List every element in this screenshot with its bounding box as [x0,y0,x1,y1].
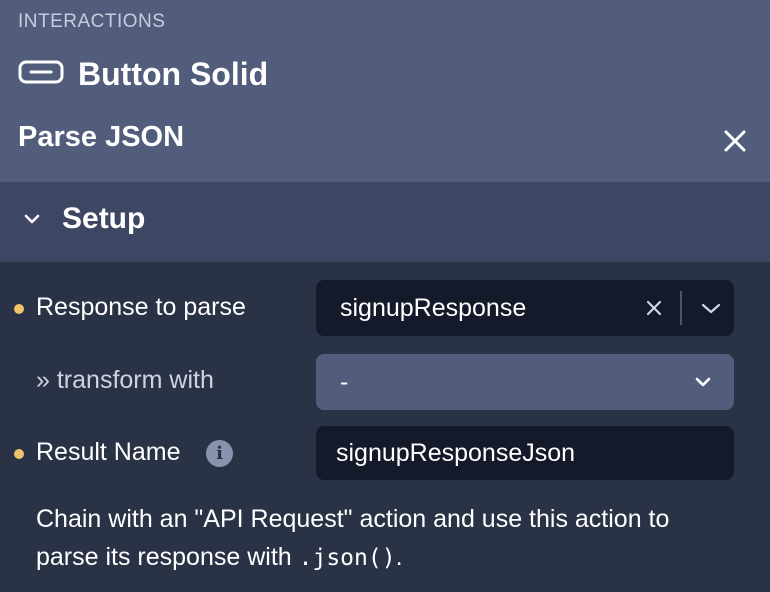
chevron-down-icon[interactable] [18,205,46,233]
required-indicator [14,449,24,459]
transform-with-value: - [340,367,349,396]
required-indicator [14,304,24,314]
help-text: Chain with an "API Request" action and u… [36,505,670,571]
response-to-parse-value: signupResponse [340,293,527,322]
section-kicker: INTERACTIONS [18,11,166,32]
chevron-down-icon[interactable] [680,362,726,402]
response-to-parse-select[interactable]: signupResponse [316,280,734,336]
close-icon [646,300,662,316]
transform-with-label: » transform with [36,366,214,394]
double-chevron-icon: » [36,366,50,394]
close-icon [724,130,746,152]
transform-with-select[interactable]: - [316,354,734,410]
info-icon[interactable]: i [206,440,233,467]
component-title-row: Button Solid [18,52,268,96]
component-name: Button Solid [78,55,269,92]
action-title: Parse JSON [18,121,185,153]
result-name-input[interactable]: signupResponseJson [316,426,734,480]
chevron-down-icon[interactable] [688,288,734,328]
close-button[interactable] [716,122,754,160]
setup-label[interactable]: Setup [62,202,145,236]
field-divider [680,291,682,325]
clear-selection-button[interactable] [634,288,674,328]
result-name-label: Result Name [36,438,181,466]
result-name-value: signupResponseJson [336,438,576,467]
button-icon [18,60,64,89]
response-to-parse-label: Response to parse [36,293,246,321]
code-snippet: .json() [298,545,396,571]
